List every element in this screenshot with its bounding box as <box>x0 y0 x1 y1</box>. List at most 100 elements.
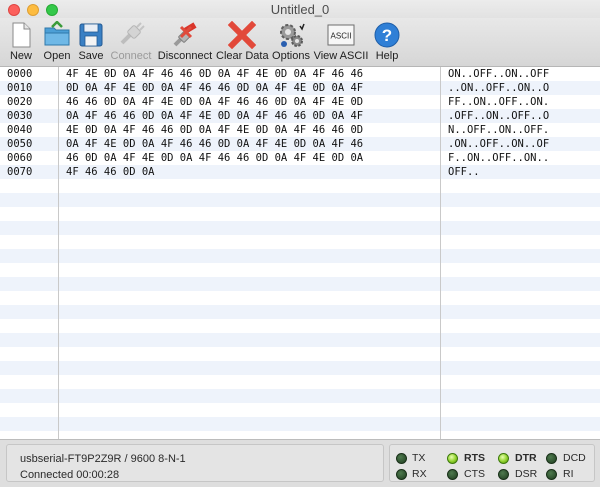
data-row[interactable]: 0050 0A 4F 4E 0D 0A 4F 46 46 0D 0A 4F 4E… <box>0 137 600 151</box>
row-hex: 4F 4E 0D 0A 4F 46 46 0D 0A 4F 4E 0D 0A 4… <box>66 68 364 80</box>
data-row[interactable]: 0040 4E 0D 0A 4F 46 46 0D 0A 4F 4E 0D 0A… <box>0 123 600 137</box>
data-row[interactable]: 0020 46 46 0D 0A 4F 4E 0D 0A 4F 46 46 0D… <box>0 95 600 109</box>
row-stripe <box>0 291 600 305</box>
dtr-label: DTR <box>515 452 537 464</box>
help-icon: ? <box>374 22 400 48</box>
cts-led-icon <box>447 469 458 480</box>
tx-label: TX <box>412 452 426 464</box>
row-stripe <box>0 389 600 403</box>
row-ascii: FF..ON..OFF..ON. <box>448 96 550 108</box>
row-stripe <box>0 375 600 389</box>
view-ascii-button-label: View ASCII <box>313 50 369 62</box>
row-address: 0030 <box>7 110 33 122</box>
row-ascii: .ON..OFF..ON..OF <box>448 138 550 150</box>
connect-plug-icon <box>120 22 145 45</box>
clear-x-icon <box>228 21 256 49</box>
row-address: 0070 <box>7 166 33 178</box>
row-ascii: .OFF..ON..OFF..O <box>448 110 550 122</box>
row-hex: 0A 4F 46 46 0D 0A 4F 4E 0D 0A 4F 46 46 0… <box>66 110 364 122</box>
save-button[interactable]: Save <box>74 18 108 66</box>
row-stripe <box>0 263 600 277</box>
row-stripe <box>0 179 600 193</box>
row-address: 0060 <box>7 152 33 164</box>
title-bar[interactable]: Untitled_0 <box>0 0 600 18</box>
row-stripe <box>0 431 600 439</box>
row-hex: 46 0D 0A 4F 4E 0D 0A 4F 46 46 0D 0A 4F 4… <box>66 152 364 164</box>
row-stripe <box>0 235 600 249</box>
gears-options-icon <box>280 23 305 47</box>
row-hex: 46 46 0D 0A 4F 4E 0D 0A 4F 46 46 0D 0A 4… <box>66 96 364 108</box>
row-address: 0020 <box>7 96 33 108</box>
save-button-label: Save <box>78 50 104 62</box>
disconnect-button[interactable]: Disconnect <box>156 18 214 66</box>
row-hex: 4F 46 46 0D 0A <box>66 166 155 178</box>
connection-time-text: Connected 00:00:28 <box>20 469 120 481</box>
ri-led-icon <box>546 469 557 480</box>
row-ascii: N..OFF..ON..OFF. <box>448 124 550 136</box>
data-view[interactable]: 0000 4F 4E 0D 0A 4F 46 46 0D 0A 4F 4E 0D… <box>0 67 600 439</box>
row-stripe <box>0 319 600 333</box>
options-button[interactable]: Options <box>271 18 311 66</box>
row-ascii: OFF.. <box>448 166 480 178</box>
dsr-label: DSR <box>515 468 538 480</box>
clear-data-button[interactable]: Clear Data <box>216 18 269 66</box>
status-bar: usbserial-FT9P2Z9R / 9600 8-N-1 Connecte… <box>0 439 600 487</box>
help-button-label: Help <box>375 50 399 62</box>
connection-status-panel: usbserial-FT9P2Z9R / 9600 8-N-1 Connecte… <box>6 444 384 482</box>
row-ascii: F..ON..OFF..ON.. <box>448 152 550 164</box>
view-ascii-button[interactable]: ASCII View ASCII <box>313 18 369 66</box>
row-address: 0010 <box>7 82 33 94</box>
rts-led-icon <box>447 453 458 464</box>
dcd-label: DCD <box>563 452 586 464</box>
row-stripe <box>0 277 600 291</box>
data-row[interactable]: 0060 46 0D 0A 4F 4E 0D 0A 4F 46 46 0D 0A… <box>0 151 600 165</box>
options-button-label: Options <box>272 50 310 62</box>
rx-label: RX <box>412 468 427 480</box>
port-settings-text: usbserial-FT9P2Z9R / 9600 8-N-1 <box>20 453 186 465</box>
row-ascii: ..ON..OFF..ON..O <box>448 82 550 94</box>
help-button[interactable]: ? Help <box>370 18 404 66</box>
ascii-view-icon: ASCII <box>327 24 355 46</box>
row-address: 0050 <box>7 138 33 150</box>
data-row[interactable]: 0010 0D 0A 4F 4E 0D 0A 4F 46 46 0D 0A 4F… <box>0 81 600 95</box>
connect-button[interactable]: Connect <box>108 18 154 66</box>
toolbar: New Open Save Connect Disconnect Clear D… <box>0 18 600 67</box>
row-stripe <box>0 221 600 235</box>
row-stripe <box>0 249 600 263</box>
row-stripe <box>0 305 600 319</box>
signal-leds-panel: TX RX RTS CTS DTR DSR DCD RI <box>389 444 595 482</box>
svg-text:ASCII: ASCII <box>331 32 352 41</box>
new-button-label: New <box>9 50 32 62</box>
new-button[interactable]: New <box>4 18 38 66</box>
dcd-led-icon <box>546 453 557 464</box>
data-row[interactable]: 0030 0A 4F 46 46 0D 0A 4F 4E 0D 0A 4F 46… <box>0 109 600 123</box>
tx-led-icon <box>396 453 407 464</box>
row-stripe <box>0 361 600 375</box>
open-button-label: Open <box>43 50 71 62</box>
cts-label: CTS <box>464 468 485 480</box>
row-stripe <box>0 417 600 431</box>
row-stripe <box>0 403 600 417</box>
data-row[interactable]: 0070 4F 46 46 0D 0A OFF.. <box>0 165 600 179</box>
data-row[interactable]: 0000 4F 4E 0D 0A 4F 46 46 0D 0A 4F 4E 0D… <box>0 67 600 81</box>
row-hex: 0D 0A 4F 4E 0D 0A 4F 46 46 0D 0A 4F 4E 0… <box>66 82 364 94</box>
dsr-led-icon <box>498 469 509 480</box>
dtr-led-icon <box>498 453 509 464</box>
open-button[interactable]: Open <box>40 18 74 66</box>
rx-led-icon <box>396 469 407 480</box>
rts-label: RTS <box>464 452 485 464</box>
disconnect-plug-icon <box>173 22 197 47</box>
save-disk-icon <box>79 23 103 47</box>
clear-data-button-label: Clear Data <box>216 50 269 62</box>
connect-button-label: Connect <box>110 50 152 62</box>
row-hex: 0A 4F 4E 0D 0A 4F 46 46 0D 0A 4F 4E 0D 0… <box>66 138 364 150</box>
row-stripe <box>0 333 600 347</box>
disconnect-button-label: Disconnect <box>157 50 213 62</box>
row-hex: 4E 0D 0A 4F 46 46 0D 0A 4F 4E 0D 0A 4F 4… <box>66 124 364 136</box>
open-folder-icon <box>44 21 70 46</box>
app-window: Untitled_0 New Open Save Connect Disconn… <box>0 0 600 487</box>
new-document-icon <box>12 22 31 48</box>
window-title: Untitled_0 <box>270 2 330 17</box>
row-stripe <box>0 193 600 207</box>
svg-text:?: ? <box>382 26 392 45</box>
